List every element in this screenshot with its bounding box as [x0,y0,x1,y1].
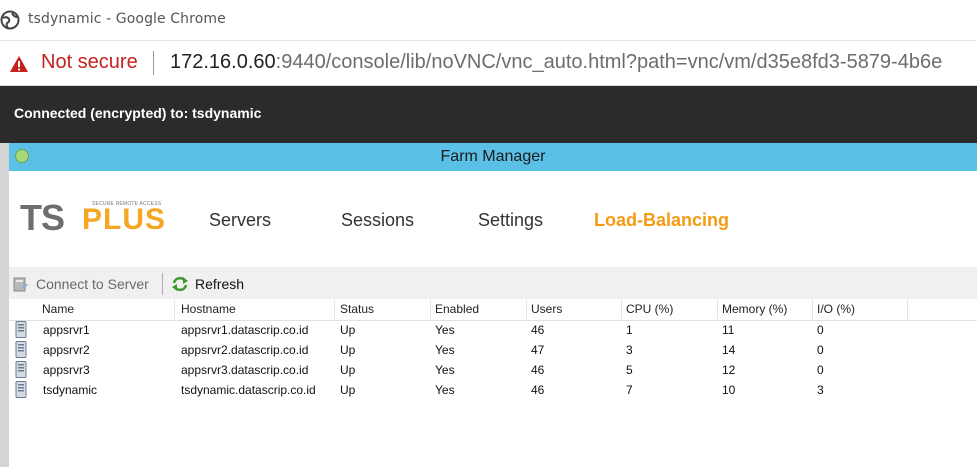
cell-cpu: 1 [626,323,633,337]
nav-sessions[interactable]: Sessions [341,210,414,231]
url-text[interactable]: 172.16.0.60:9440/console/lib/noVNC/vnc_a… [170,51,942,74]
farm-manager-window: Farm Manager TS PLUS SECURE REMOTE ACCES… [9,143,977,467]
vnc-status-bar: Connected (encrypted) to: tsdynamic [0,86,977,143]
table-row[interactable]: appsrvr1 appsrvr1.datascrip.co.id Up Yes… [9,320,977,340]
logo-ts-text: TS [20,197,65,238]
column-header-memory[interactable]: Memory (%) [718,300,813,319]
cell-name: appsrvr1 [43,323,90,337]
cell-hostname: appsrvr3.datascrip.co.id [181,363,309,377]
column-header-users[interactable]: Users [527,300,622,319]
connect-to-server-label: Connect to Server [36,276,149,292]
cell-name: appsrvr2 [43,343,90,357]
refresh-icon [172,276,188,292]
address-bar[interactable]: Not secure 172.16.0.60:9440/console/lib/… [0,41,977,86]
cell-io: 0 [817,323,824,337]
browser-title-bar: tsdynamic - Google Chrome [0,0,977,41]
globe-icon [0,10,20,30]
cell-status: Up [340,343,356,357]
nav-servers[interactable]: Servers [209,210,271,231]
connect-server-icon [13,277,28,292]
cell-io: 0 [817,343,824,357]
server-icon [15,321,27,338]
cell-memory: 12 [722,363,736,377]
cell-enabled: Yes [435,363,455,377]
column-header-status[interactable]: Status [336,300,431,319]
window-title: tsdynamic - Google Chrome [28,11,226,27]
cell-enabled: Yes [435,343,455,357]
cell-io: 0 [817,363,824,377]
cell-cpu: 3 [626,343,633,357]
cell-users: 46 [531,323,545,337]
nav-load-balancing[interactable]: Load-Balancing [594,210,729,231]
url-host: 172.16.0.60 [170,51,276,73]
cell-hostname: appsrvr1.datascrip.co.id [181,323,309,337]
column-header-hostname[interactable]: Hostname [177,300,335,319]
column-header-name[interactable]: Name [38,300,175,319]
farm-manager-title: Farm Manager [440,148,546,165]
cell-memory: 10 [722,383,736,397]
toolbar: Connect to Server Refresh [9,267,977,299]
table-header: Name Hostname Status Enabled Users CPU (… [9,300,977,321]
remote-desktop-edge [0,143,9,467]
refresh-label: Refresh [195,276,245,292]
connect-to-server-button[interactable]: Connect to Server [12,273,149,295]
refresh-button[interactable]: Refresh [171,273,244,295]
connection-status: Connected (encrypted) to: tsdynamic [14,105,262,121]
cell-hostname: appsrvr2.datascrip.co.id [181,343,309,357]
column-header-enabled[interactable]: Enabled [431,300,527,319]
cell-memory: 14 [722,343,736,357]
cell-enabled: Yes [435,383,455,397]
cell-users: 46 [531,383,545,397]
server-icon [15,341,27,358]
address-separator [153,51,154,75]
url-path: :9440/console/lib/noVNC/vnc_auto.html?pa… [275,51,943,73]
tsplus-logo: TS PLUS SECURE REMOTE ACCESS [20,197,170,238]
server-icon [15,381,27,398]
server-icon [15,361,27,378]
warning-icon[interactable] [9,55,29,73]
logo-tagline: SECURE REMOTE ACCESS [92,201,162,207]
toolbar-separator [162,273,163,295]
security-indicator[interactable]: Not secure [41,51,138,74]
cell-name: tsdynamic [43,383,98,397]
table-row[interactable]: appsrvr2 appsrvr2.datascrip.co.id Up Yes… [9,340,977,360]
table-row[interactable]: appsrvr3 appsrvr3.datascrip.co.id Up Yes… [9,360,977,380]
column-header-cpu[interactable]: CPU (%) [622,300,718,319]
nav-settings[interactable]: Settings [478,210,543,231]
cell-users: 46 [531,363,545,377]
cell-cpu: 7 [626,383,633,397]
cell-memory: 11 [722,323,735,337]
cell-hostname: tsdynamic.datascrip.co.id [181,383,316,397]
cell-status: Up [340,383,356,397]
table-row[interactable]: tsdynamic tsdynamic.datascrip.co.id Up Y… [9,380,977,400]
cell-name: appsrvr3 [43,363,90,377]
cell-cpu: 5 [626,363,633,377]
logo-plus-text: PLUS [82,203,167,236]
cell-status: Up [340,363,356,377]
column-header-io[interactable]: I/O (%) [813,300,908,319]
cell-enabled: Yes [435,323,455,337]
cell-io: 3 [817,383,824,397]
cell-users: 47 [531,343,545,357]
farm-manager-title-bar: Farm Manager [9,143,977,171]
cell-status: Up [340,323,356,337]
